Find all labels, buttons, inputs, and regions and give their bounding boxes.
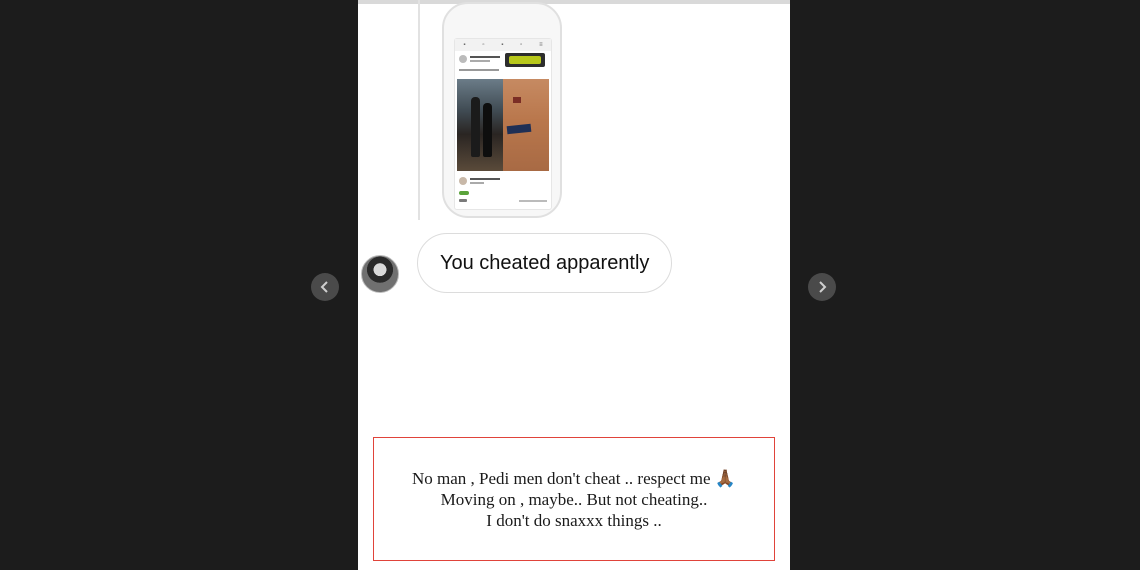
- home-icon: ▪: [463, 42, 466, 48]
- story-frame: ▪ ▫ ▪ ▫ ≡ You cheated apparently No man: [358, 0, 790, 570]
- shared-post-author-name: [470, 56, 500, 58]
- shared-post-thumbnail[interactable]: ▪ ▫ ▪ ▫ ≡: [442, 2, 562, 218]
- shared-post-card: ▪ ▫ ▪ ▫ ≡: [454, 38, 552, 210]
- chevron-left-icon: [320, 281, 328, 293]
- menu-icon: ≡: [539, 42, 543, 48]
- caption-line-3: I don't do snaxxx things ..: [486, 510, 662, 530]
- reply-thread-line: [418, 0, 420, 220]
- reply-message-text: You cheated apparently: [440, 251, 650, 274]
- story-caption-highlight: No man , Pedi men don't cheat .. respect…: [373, 437, 775, 561]
- bell-icon: ▫: [520, 42, 523, 48]
- group-icon: ▪: [501, 42, 504, 48]
- prev-story-button[interactable]: [311, 273, 339, 301]
- shared-post-photo-tattoo: [503, 79, 549, 171]
- shared-post-banner: [505, 53, 545, 67]
- edit-icon: ▫: [482, 42, 485, 48]
- shared-post-photo-couple: [457, 79, 503, 171]
- shared-post-commenter-avatar: [459, 177, 467, 185]
- shared-post-author-meta: [470, 60, 490, 62]
- shared-post-commenter-name: [470, 178, 500, 180]
- caption-line-2: Moving on , maybe.. But not cheating..: [440, 489, 708, 509]
- caption-line-1: No man , Pedi men don't cheat .. respect…: [411, 468, 736, 488]
- shared-post-reaction-count: [459, 199, 467, 202]
- shared-post-commenter-meta: [470, 182, 484, 184]
- next-story-button[interactable]: [808, 273, 836, 301]
- story-progress-bar: [358, 0, 790, 4]
- reply-message-bubble: You cheated apparently: [417, 233, 673, 293]
- shared-post-reaction: [459, 191, 469, 195]
- shared-post-author-avatar: [459, 55, 467, 63]
- shared-post-navbar: ▪ ▫ ▪ ▫ ≡: [455, 39, 551, 51]
- shared-post-timestamp: [519, 200, 547, 202]
- shared-post-text: [459, 69, 499, 71]
- chevron-right-icon: [819, 281, 827, 293]
- sender-avatar[interactable]: [361, 255, 399, 293]
